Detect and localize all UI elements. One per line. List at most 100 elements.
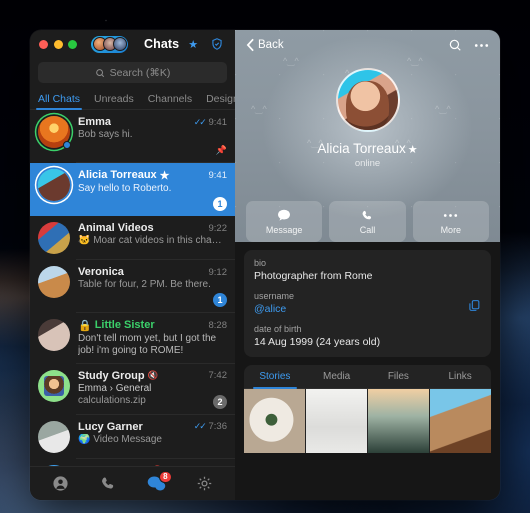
call-button[interactable]: Call: [329, 201, 406, 242]
list-item[interactable]: Lucy Garner ✓✓ 7:36 🌍 Video Message: [30, 415, 235, 459]
chat-name: Alicia Torreaux: [78, 169, 157, 181]
chat-time: ✓✓ 9:41: [193, 116, 227, 128]
close-button[interactable]: [39, 39, 48, 49]
more-horizontal-icon: [443, 209, 458, 222]
tab-files[interactable]: Files: [368, 365, 430, 388]
chat-name: Study Group: [78, 369, 145, 382]
tab-stories[interactable]: Stories: [244, 365, 306, 389]
read-ticks-icon: ✓✓: [193, 421, 207, 431]
stories-grid: [244, 389, 491, 453]
bottom-navigation: 8: [30, 466, 235, 500]
profile-actions: Message Call More: [235, 190, 500, 242]
search-icon[interactable]: [448, 38, 462, 52]
avatar: [38, 369, 70, 402]
list-item[interactable]: Emma ✓✓ 9:41 Bob says hi. 📌: [30, 110, 235, 163]
window-controls: [39, 39, 77, 49]
story-desert-dunes[interactable]: [430, 389, 491, 453]
story-white-arches[interactable]: [306, 389, 367, 453]
profile-status: online: [354, 158, 381, 169]
list-item[interactable]: 🔒 Little Sister 8:28 Don't tell mom yet,…: [30, 313, 235, 364]
dob-field: date of birth 14 Aug 1999 (24 years old): [254, 324, 481, 348]
avatar: [38, 168, 70, 201]
chat-name: Little Sister: [94, 319, 155, 331]
app-window: Chats ★ Search (⌘K) All Chats Unreads Ch…: [30, 30, 500, 500]
story-spiral-staircase[interactable]: [244, 389, 305, 453]
avatar[interactable]: [335, 68, 400, 132]
bio-label: bio: [254, 258, 267, 268]
story-mountain-sunset[interactable]: [368, 389, 429, 453]
profile-media-tabs: Stories Media Files Links: [244, 365, 491, 389]
tab-design[interactable]: Design: [206, 93, 239, 109]
chat-name: Emma: [78, 116, 112, 128]
search-container: Search (⌘K): [30, 58, 235, 88]
profile-panel: ^‿^ ^‿^ ^‿^ ^‿^ ^‿^ ^‿^ ^‿^ Back: [235, 30, 500, 500]
more-horizontal-icon[interactable]: [474, 43, 489, 48]
unread-badge: 1: [213, 293, 227, 307]
unread-badge: 2: [213, 395, 227, 409]
minimize-button[interactable]: [53, 39, 63, 49]
avatar-stack-icon[interactable]: [91, 35, 128, 53]
shield-icon[interactable]: [210, 37, 224, 51]
tab-channels[interactable]: Channels: [148, 93, 192, 109]
window-titlebar: Chats ★: [30, 30, 253, 58]
star-icon: ★: [407, 144, 418, 156]
avatar: [38, 116, 71, 149]
nav-contacts[interactable]: [43, 471, 77, 497]
calls-icon: [101, 477, 114, 489]
maximize-button[interactable]: [68, 39, 77, 49]
nav-chats[interactable]: 8: [140, 470, 174, 497]
read-ticks-icon: ✓✓: [193, 116, 207, 127]
username-field[interactable]: username @alice: [254, 291, 481, 315]
tab-all-chats[interactable]: All Chats: [35, 93, 83, 110]
message-button[interactable]: Message: [246, 201, 323, 242]
chat-time: 8:28: [208, 319, 228, 331]
chat-preview: Table for four, 2 PM. Be there.: [78, 279, 211, 290]
settings-icon: [198, 476, 212, 491]
chat-list[interactable]: Emma ✓✓ 9:41 Bob says hi. 📌 Alicia Torre…: [30, 110, 235, 466]
nav-calls[interactable]: [91, 471, 125, 497]
profile-avatar-wrap: [235, 68, 500, 132]
username-value[interactable]: @alice: [254, 303, 481, 315]
chat-preview: Don't tell mom yet, but I got the job! i…: [78, 332, 217, 357]
search-icon: [95, 68, 104, 77]
mute-icon: 🔇: [152, 465, 163, 466]
list-item[interactable]: B Bloomberg ✓ 🔇 7:30 Russia repeated a t…: [30, 459, 235, 467]
avatar: [38, 420, 70, 453]
list-item-selected[interactable]: Alicia Torreaux ★ 9:41 Say hello to Robe…: [30, 162, 235, 216]
more-label: More: [440, 224, 462, 235]
username-label: username: [254, 291, 295, 301]
chat-preview: 🐱 Moar cat videos in this channel?: [78, 235, 227, 246]
chat-name: Animal Videos: [78, 222, 154, 234]
chat-preview: Say hello to Roberto.: [78, 182, 172, 194]
back-label: Back: [258, 39, 284, 51]
avatar: [38, 266, 70, 298]
list-item[interactable]: Study Group 🔇 7:42 Emma › General calcul…: [30, 364, 235, 415]
bio-field: bio Photographer from Rome: [254, 258, 481, 282]
chat-preview: 🌍 Video Message: [78, 433, 162, 445]
message-label: Message: [265, 224, 303, 235]
profile-name: Alicia Torreaux ★: [317, 141, 418, 156]
profile-hero: ^‿^ ^‿^ ^‿^ ^‿^ ^‿^ ^‿^ ^‿^ Back: [235, 30, 500, 242]
chat-filter-tabs: All Chats Unreads Channels Design: [30, 88, 239, 110]
list-item[interactable]: Veronica 9:12 Table for four, 2 PM. Be t…: [30, 260, 235, 313]
chat-time: 7:42: [208, 370, 228, 381]
back-button[interactable]: Back: [246, 38, 284, 52]
lock-icon: 🔒: [78, 319, 92, 332]
tab-media[interactable]: Media: [306, 365, 368, 388]
nav-settings[interactable]: [188, 471, 222, 497]
copy-icon[interactable]: [468, 299, 481, 317]
tab-links[interactable]: Links: [429, 365, 491, 388]
contacts-icon: [53, 476, 68, 491]
avatar: B: [38, 464, 70, 466]
profile-details-scroll[interactable]: bio Photographer from Rome username @ali…: [235, 242, 500, 500]
bio-value: Photographer from Rome: [254, 270, 373, 282]
avatar: [38, 222, 70, 254]
more-button[interactable]: More: [412, 201, 489, 242]
list-item[interactable]: Animal Videos 9:22 🐱 Moar cat videos in …: [30, 216, 235, 260]
profile-media-card: Stories Media Files Links: [244, 365, 491, 453]
chat-time: 7:30: [205, 465, 228, 466]
star-icon: ★: [159, 169, 170, 182]
tab-unreads[interactable]: Unreads: [94, 93, 134, 109]
search-input[interactable]: Search (⌘K): [38, 62, 227, 83]
chat-name: Bloomberg: [78, 465, 136, 467]
